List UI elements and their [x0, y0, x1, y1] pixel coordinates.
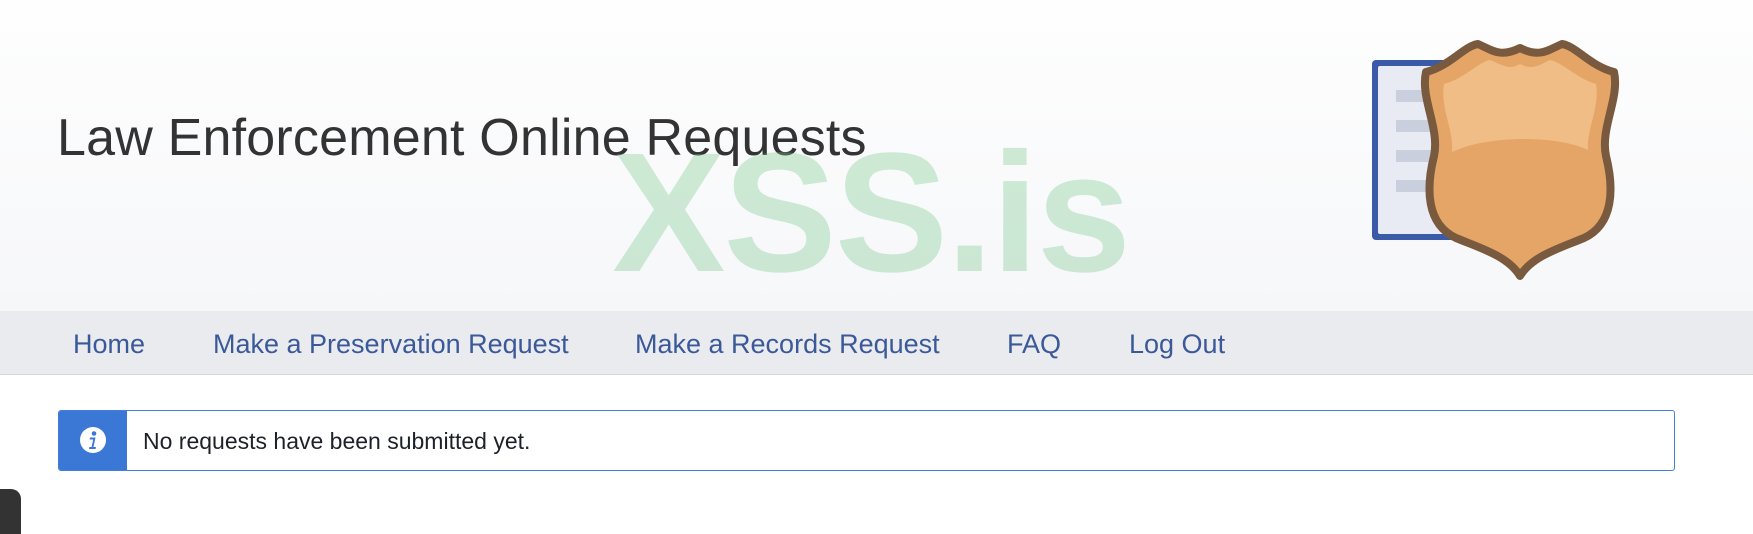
nav-log-out[interactable]: Log Out	[1129, 329, 1225, 360]
info-icon	[80, 427, 106, 453]
main-nav: Home Make a Preservation Request Make a …	[0, 311, 1753, 375]
nav-home[interactable]: Home	[73, 329, 145, 360]
alert-icon-box	[59, 411, 127, 470]
page-header: Law Enforcement Online Requests XSS.is	[0, 0, 1753, 311]
nav-faq[interactable]: FAQ	[1007, 329, 1061, 360]
info-alert: No requests have been submitted yet.	[58, 410, 1675, 471]
police-shield-document-icon	[1372, 40, 1620, 280]
watermark-text: XSS.is	[612, 118, 1131, 308]
corner-tab[interactable]	[0, 489, 21, 534]
nav-make-records-request[interactable]: Make a Records Request	[635, 329, 940, 360]
alert-message: No requests have been submitted yet.	[143, 428, 531, 454]
nav-make-preservation-request[interactable]: Make a Preservation Request	[213, 329, 569, 360]
